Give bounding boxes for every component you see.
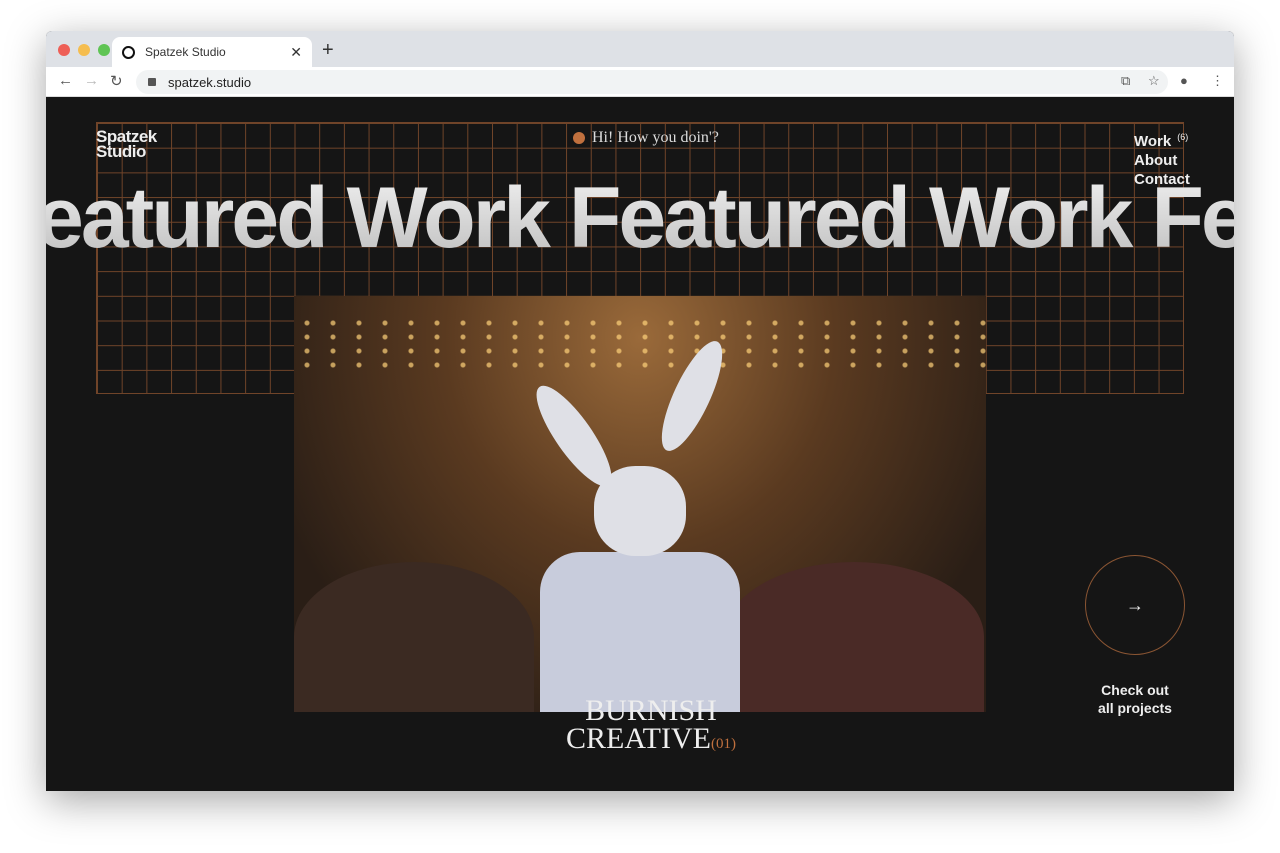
url-text: spatzek.studio [168, 74, 252, 90]
nav-contact[interactable]: Contact [1134, 170, 1190, 189]
back-icon[interactable]: ← [58, 72, 73, 89]
project-image[interactable] [294, 296, 986, 712]
carousel-horse-right [724, 562, 984, 712]
project-index: (01) [711, 736, 736, 752]
logo-line2: Studio [96, 142, 146, 161]
address-bar[interactable]: spatzek.studio [136, 70, 1168, 94]
new-tab-button[interactable]: + [322, 39, 334, 62]
carousel-horse-left [294, 562, 534, 712]
work-count: (6) [1177, 132, 1189, 142]
translate-icon[interactable]: ⧉ [1121, 73, 1130, 89]
greeting-text: Hi! How you doin'? [592, 129, 719, 146]
page-content: eatured Work Featured Work Featured Work… [46, 97, 1234, 791]
tab-bar: Spatzek Studio ✕ + [46, 31, 1234, 67]
main-nav: Work (6) About Contact [1134, 128, 1190, 189]
close-tab-icon[interactable]: ✕ [290, 44, 302, 61]
bookmark-star-icon[interactable]: ☆ [1148, 73, 1160, 89]
arrow-right-icon: → [1126, 594, 1144, 615]
forward-icon[interactable]: → [84, 72, 99, 89]
featured-work-marquee: eatured Work Featured Work Featured Work… [46, 169, 1234, 268]
project-title-line1: BURNISH [585, 694, 717, 727]
rabbit-body [540, 552, 740, 712]
rabbit-head [594, 466, 686, 556]
cta-line1: Check out [1101, 682, 1169, 698]
browser-toolbar: ← → ↻ spatzek.studio ⧉ ☆ ● ⋮ [46, 67, 1234, 97]
all-projects-link[interactable]: Check out all projects [1070, 681, 1200, 717]
profile-avatar-icon[interactable]: ● [1180, 73, 1188, 88]
status-dot-icon [573, 132, 585, 144]
tab-title: Spatzek Studio [145, 45, 226, 59]
logo[interactable]: Spatzek Studio [96, 128, 157, 161]
project-title[interactable]: BURNISH CREATIVE(01) [566, 694, 736, 758]
nav-about[interactable]: About [1134, 151, 1190, 170]
maximize-window-button[interactable] [98, 44, 110, 56]
cta-line2: all projects [1098, 700, 1172, 716]
reload-icon[interactable]: ↻ [110, 72, 123, 90]
browser-tab[interactable]: Spatzek Studio ✕ [112, 37, 312, 67]
close-window-button[interactable] [58, 44, 70, 56]
favicon-icon [122, 45, 135, 59]
nav-work-label: Work [1134, 133, 1172, 150]
minimize-window-button[interactable] [78, 44, 90, 56]
carousel-lights [294, 316, 986, 376]
greeting: Hi! How you doin'? [573, 129, 719, 147]
menu-kebab-icon[interactable]: ⋮ [1211, 73, 1224, 89]
next-project-button[interactable]: → [1085, 555, 1185, 655]
project-title-line2: CREATIVE [566, 722, 711, 755]
lock-icon [148, 78, 156, 86]
nav-work[interactable]: Work (6) [1134, 128, 1190, 151]
